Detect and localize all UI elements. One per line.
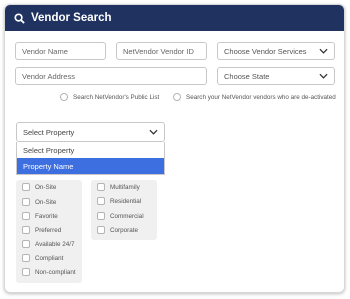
vendor-services-select[interactable]: Choose Vendor Services bbox=[217, 42, 335, 60]
public-list-check[interactable]: Search NetVendor's Public List bbox=[60, 93, 159, 101]
filter-label: Commercial bbox=[110, 212, 144, 220]
chevron-down-icon bbox=[149, 129, 158, 135]
filter-option[interactable]: On-Site bbox=[22, 198, 56, 206]
filter-label: Non-compliant bbox=[35, 268, 76, 276]
public-list-label: Search NetVendor's Public List bbox=[73, 93, 160, 101]
chevron-down-icon bbox=[319, 73, 328, 79]
filter-checkbox[interactable] bbox=[97, 212, 105, 220]
state-value: Choose State bbox=[224, 71, 270, 81]
vendor-name-input[interactable] bbox=[22, 46, 105, 56]
filter-label: Residential bbox=[110, 197, 142, 205]
card-header: Vendor Search bbox=[5, 5, 344, 31]
page-title: Vendor Search bbox=[31, 12, 112, 24]
filter-label: Multifamily bbox=[110, 183, 140, 191]
deactivated-checkbox[interactable] bbox=[173, 93, 181, 101]
property-select-value: Select Property bbox=[23, 127, 75, 137]
property-dropdown: Select Property Property Name bbox=[16, 142, 165, 175]
filter-option[interactable]: Multifamily bbox=[97, 183, 140, 191]
public-list-checkbox[interactable] bbox=[60, 93, 68, 101]
filter-option[interactable]: Non-compliant bbox=[22, 268, 76, 276]
filter-option[interactable]: Compliant bbox=[22, 254, 63, 262]
filter-checkbox[interactable] bbox=[22, 254, 30, 262]
filter-checkbox[interactable] bbox=[22, 183, 30, 191]
deactivated-label: Search your NetVendor vendors who are de… bbox=[186, 93, 336, 101]
vendor-name-field[interactable] bbox=[15, 42, 106, 60]
vendor-services-value: Choose Vendor Services bbox=[224, 46, 307, 56]
netvendor-id-field[interactable] bbox=[116, 42, 207, 60]
filter-option[interactable]: Commercial bbox=[97, 212, 144, 220]
filter-checkbox[interactable] bbox=[97, 197, 105, 205]
filter-option[interactable]: Residential bbox=[97, 197, 141, 205]
filter-label: Compliant bbox=[35, 254, 64, 262]
vendor-search-card: Vendor Search Choose Vendor Services Cho… bbox=[4, 4, 345, 293]
property-select[interactable]: Select Property bbox=[16, 122, 165, 142]
filter-label: On-Site bbox=[35, 198, 57, 206]
search-icon bbox=[14, 12, 25, 24]
state-select[interactable]: Choose State bbox=[217, 67, 335, 85]
filter-label: On-Site bbox=[35, 183, 57, 191]
filter-checkbox[interactable] bbox=[22, 198, 30, 206]
filter-option[interactable]: On-Site bbox=[22, 183, 56, 191]
filter-label: Corporate bbox=[110, 226, 139, 234]
filter-checkbox[interactable] bbox=[22, 226, 30, 234]
property-option[interactable]: Select Property bbox=[17, 142, 164, 158]
filter-checkbox[interactable] bbox=[97, 183, 105, 191]
filter-option[interactable]: Preferred bbox=[22, 226, 61, 234]
filter-checkbox[interactable] bbox=[22, 268, 30, 276]
chevron-down-icon bbox=[319, 48, 328, 54]
vendor-address-field[interactable] bbox=[15, 67, 207, 85]
property-option-highlighted[interactable]: Property Name bbox=[17, 158, 164, 174]
filter-checkbox[interactable] bbox=[22, 212, 30, 220]
netvendor-id-input[interactable] bbox=[123, 46, 206, 56]
filter-label: Available 24/7 bbox=[35, 240, 75, 248]
filter-checkbox[interactable] bbox=[97, 226, 105, 234]
filter-option[interactable]: Favorite bbox=[22, 212, 58, 220]
filter-label: Favorite bbox=[35, 212, 58, 220]
filter-option[interactable]: Corporate bbox=[97, 226, 138, 234]
deactivated-check[interactable]: Search your NetVendor vendors who are de… bbox=[173, 93, 336, 101]
filter-checkbox[interactable] bbox=[22, 240, 30, 248]
filter-label: Preferred bbox=[35, 226, 62, 234]
filter-option[interactable]: Available 24/7 bbox=[22, 240, 74, 248]
vendor-address-input[interactable] bbox=[22, 71, 206, 81]
